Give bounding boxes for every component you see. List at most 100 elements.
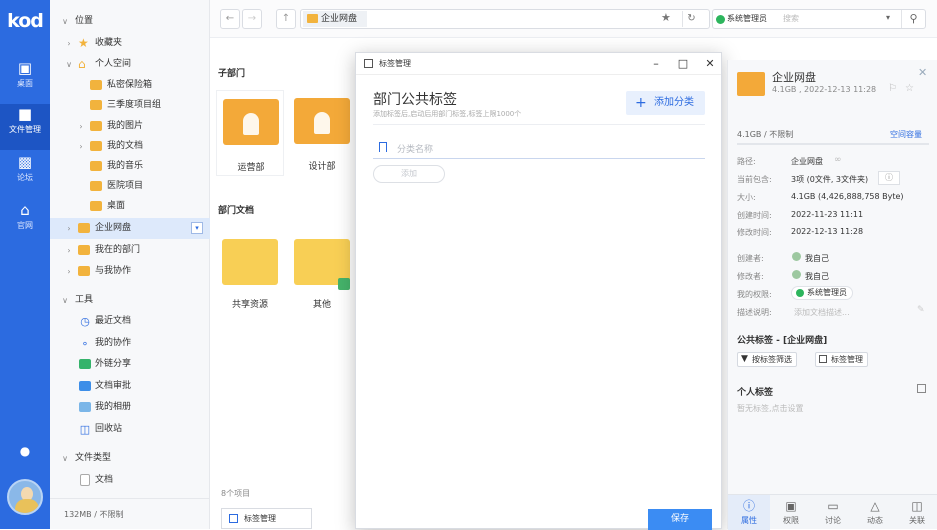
tree-item-desktop[interactable]: 桌面 (50, 196, 210, 217)
path-bar[interactable]: 企业网盘 ★ ↻ (300, 9, 710, 29)
bell-icon[interactable]: ● (0, 444, 50, 458)
tool-collab[interactable]: ∘ 我的协作 (50, 333, 210, 354)
pin-icon[interactable]: ⚐ (888, 83, 897, 94)
tool-external-share[interactable]: 外链分享 (50, 354, 210, 375)
tool-label: 外链分享 (95, 359, 132, 369)
rail-forum[interactable]: ▩ 论坛 (0, 152, 50, 198)
rail-file-manager[interactable]: ■ 文件管理 (0, 104, 50, 150)
tree-item-my-music[interactable]: 我的音乐 (50, 156, 210, 177)
search-input[interactable]: 搜索 (783, 13, 799, 24)
filter-by-tag-button[interactable]: ▼ 按标签筛选 (737, 352, 797, 367)
tag-icon (364, 59, 373, 68)
tool-doc-approval[interactable]: 文档审批 (50, 376, 210, 397)
taskbar-label: 标签管理 (244, 514, 276, 523)
divider (373, 124, 705, 125)
taskbar-tag-manager[interactable]: 标签管理 (221, 508, 312, 529)
folder-tile-ops[interactable]: 运营部 (216, 90, 284, 176)
breadcrumb[interactable]: 企业网盘 (303, 11, 368, 27)
rail-website[interactable]: ⌂ 官网 (0, 200, 50, 246)
info-icon[interactable]: ⓘ (878, 171, 900, 185)
add-tag-button[interactable]: 添加 (373, 165, 445, 183)
tree-section-position[interactable]: ∨ 位置 (50, 11, 210, 32)
tree-item-hospital[interactable]: 医院项目 (50, 176, 210, 197)
tree-item-my-dept[interactable]: › 我在的部门 (50, 240, 210, 261)
maximize-button[interactable]: □ (675, 56, 691, 72)
dialog-titlebar[interactable]: 标签管理 – □ ✕ (356, 53, 721, 75)
filter-icon: ▼ (741, 354, 748, 364)
save-button[interactable]: 保存 (648, 509, 712, 530)
tree-item-label: 医院项目 (107, 181, 144, 191)
link-icon[interactable]: ∞ (834, 155, 842, 165)
tab-label: 属性 (741, 516, 757, 525)
star-icon[interactable]: ☆ (905, 83, 914, 94)
chevron-down-icon[interactable]: ▾ (886, 13, 890, 22)
tab-discussion[interactable]: ▭ 讨论 (812, 495, 854, 530)
rail-desktop[interactable]: ▣ 桌面 (0, 58, 50, 104)
tree-section-filetype[interactable]: ∨ 文件类型 (50, 448, 210, 469)
monitor-icon: ▣ (17, 59, 33, 77)
button-label: 标签管理 (831, 355, 863, 364)
personal-tags-hint[interactable]: 暂无标签,点击设置 (737, 403, 804, 414)
left-rail: kod ▣ 桌面 ■ 文件管理 ▩ 论坛 ⌂ 官网 ● (0, 0, 50, 529)
chevron-down-icon: ∨ (62, 17, 68, 26)
status-dot-icon (796, 289, 804, 297)
search-box[interactable]: 系统管理员 搜索 ▾ ⚲ (712, 9, 926, 29)
category-name-input[interactable]: 分类名称 (373, 139, 705, 159)
user-name[interactable]: 系统管理员 (727, 13, 767, 24)
star-icon[interactable]: ★ (661, 11, 671, 24)
description-input[interactable]: 添加文档描述... (794, 307, 850, 318)
tool-recycle-bin[interactable]: ◫ 回收站 (50, 419, 210, 440)
tool-recent-docs[interactable]: ◷ 最近文档 (50, 311, 210, 332)
tag-manager-button[interactable]: 标签管理 (815, 352, 868, 367)
chevron-right-icon: › (67, 246, 71, 255)
tab-activity[interactable]: △ 动态 (854, 495, 896, 530)
tag-settings-icon[interactable] (917, 384, 926, 393)
tree-item-favorites[interactable]: › ★ 收藏夹 (50, 33, 210, 54)
tree-item-vault[interactable]: 私密保险箱 (50, 75, 210, 96)
tool-label: 文档 (95, 475, 114, 485)
tab-related[interactable]: ◫ 关联 (896, 495, 937, 530)
tree-item-label: 桌面 (107, 201, 126, 211)
tree-section-label: 文件类型 (75, 453, 112, 463)
chevron-right-icon: › (79, 122, 83, 131)
close-icon[interactable]: ✕ (918, 66, 927, 79)
tab-permissions[interactable]: ▣ 权限 (770, 495, 812, 530)
tree-item-label: 我的文档 (107, 141, 144, 151)
folder-tile-shared[interactable]: 共享资源 (216, 231, 284, 317)
refresh-icon[interactable]: ↻ (682, 11, 700, 27)
tree-item-q3-project[interactable]: 三季度项目组 (50, 95, 210, 116)
avatar[interactable] (7, 479, 43, 515)
dialog-title: 标签管理 (379, 59, 411, 68)
folder-tile-other[interactable]: 其他 (288, 231, 356, 317)
document-icon (80, 474, 90, 486)
tree-item-label: 与我协作 (95, 266, 132, 276)
minimize-button[interactable]: – (648, 56, 664, 72)
back-button[interactable]: ← (220, 9, 240, 29)
add-category-button[interactable]: + 添加分类 (626, 91, 705, 115)
space-capacity-link[interactable]: 空间容量 (890, 129, 922, 140)
tool-album[interactable]: 我的相册 (50, 397, 210, 418)
close-button[interactable]: ✕ (702, 56, 718, 72)
tag-icon (819, 355, 827, 363)
forward-button[interactable]: → (242, 9, 262, 29)
folder-icon (78, 266, 90, 276)
dropdown-icon[interactable]: ▾ (191, 222, 203, 234)
lock-icon: ▣ (785, 499, 797, 513)
tree-item-personal-space[interactable]: ∨ ⌂ 个人空间 (50, 54, 210, 75)
tree-section-tools[interactable]: ∨ 工具 (50, 290, 210, 311)
tool-label: 回收站 (95, 424, 123, 434)
edit-icon[interactable]: ✎ (917, 305, 925, 315)
tree-item-my-pictures[interactable]: › 我的图片 (50, 116, 210, 137)
tab-properties[interactable]: ⓘ 属性 (728, 495, 770, 530)
search-icon[interactable]: ⚲ (901, 10, 925, 28)
tree-item-label: 我的图片 (107, 121, 144, 131)
folder-tile-design[interactable]: 设计部 (288, 90, 356, 176)
up-button[interactable]: ↑ (276, 9, 296, 29)
filetype-docs[interactable]: 文档 (50, 470, 210, 491)
tree-item-enterprise[interactable]: › 企业网盘 ▾ (50, 218, 210, 239)
usage-bar (737, 143, 929, 145)
home-icon: ⌂ (20, 201, 30, 219)
trash-icon: ◫ (79, 423, 91, 436)
tree-item-collab[interactable]: › 与我协作 (50, 261, 210, 282)
tree-item-my-docs[interactable]: › 我的文档 (50, 136, 210, 157)
